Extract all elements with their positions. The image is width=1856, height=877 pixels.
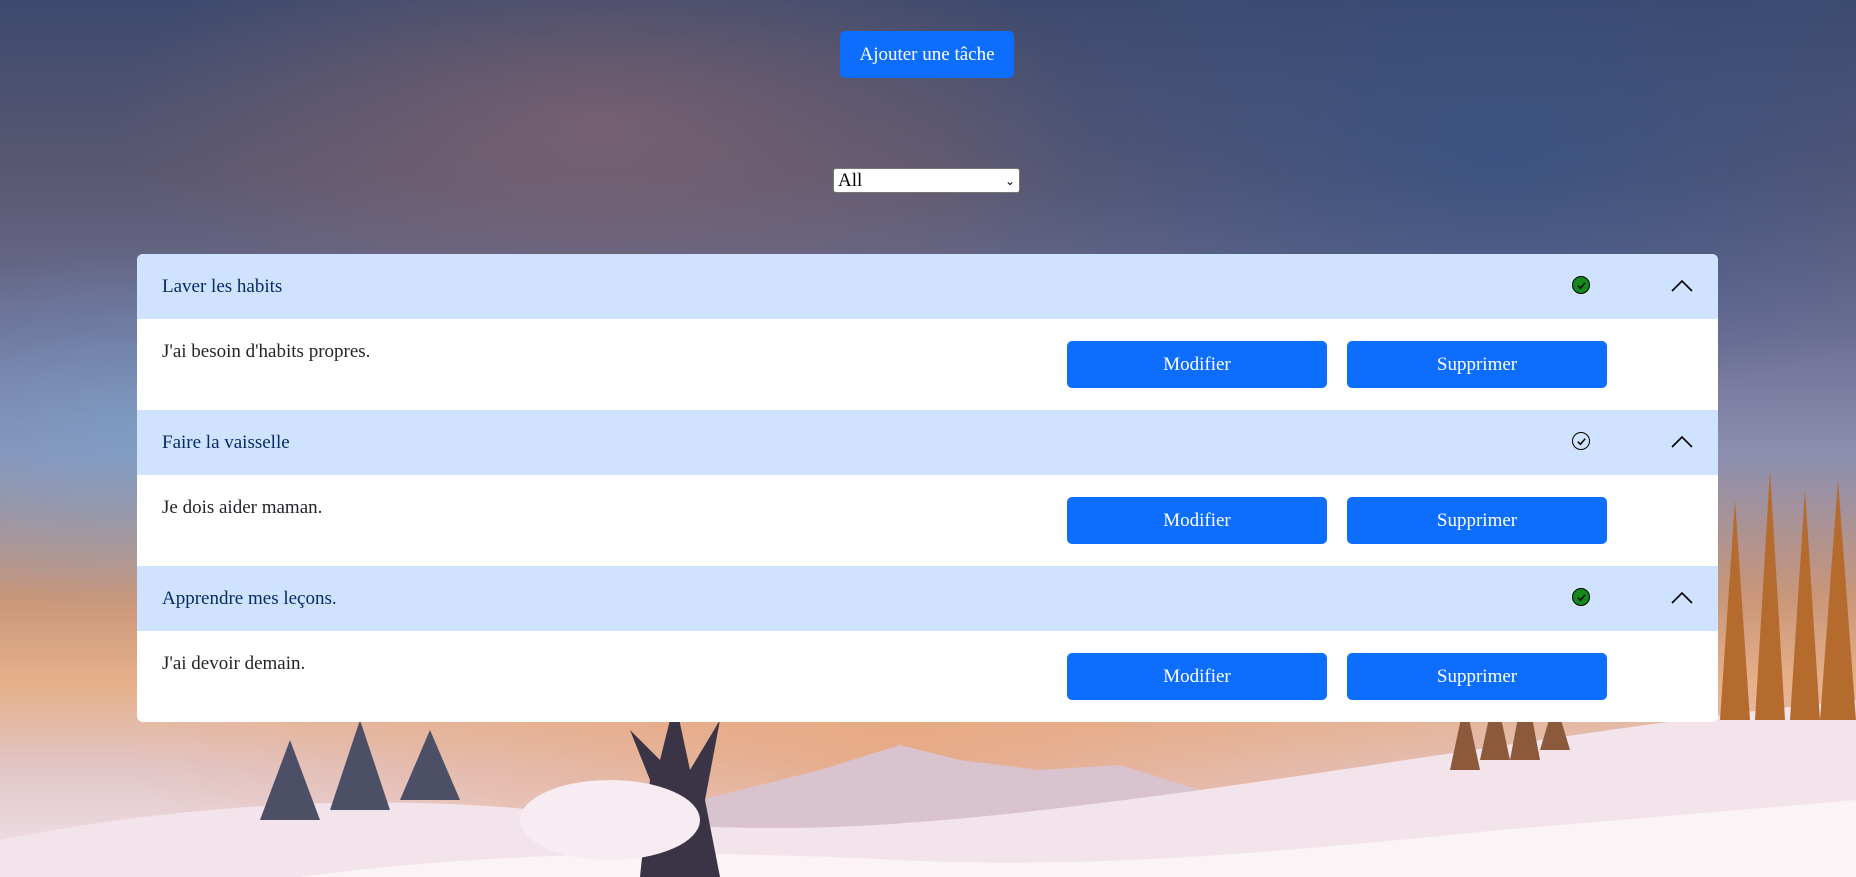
- add-task-button[interactable]: Ajouter une tâche: [840, 31, 1014, 78]
- chevron-up-icon[interactable]: [1669, 274, 1695, 298]
- filter-select[interactable]: All ⌄: [833, 168, 1020, 193]
- task-description: Je dois aider maman.: [162, 497, 323, 518]
- edit-button[interactable]: Modifier: [1067, 653, 1327, 700]
- task-description: J'ai besoin d'habits propres.: [162, 341, 371, 362]
- task-header[interactable]: Faire la vaisselle: [137, 410, 1718, 475]
- task-item: Apprendre mes leçons. J'ai devoir demain…: [137, 566, 1718, 722]
- task-title: Apprendre mes leçons.: [162, 587, 337, 609]
- edit-button[interactable]: Modifier: [1067, 341, 1327, 388]
- chevron-down-icon: ⌄: [1004, 173, 1015, 188]
- delete-button[interactable]: Supprimer: [1347, 341, 1607, 388]
- check-circle-icon[interactable]: [1572, 588, 1590, 606]
- task-item: Laver les habits J'ai besoin d'habits pr…: [137, 254, 1718, 410]
- delete-button[interactable]: Supprimer: [1347, 653, 1607, 700]
- chevron-up-icon[interactable]: [1669, 586, 1695, 610]
- chevron-up-icon[interactable]: [1669, 430, 1695, 454]
- task-item: Faire la vaisselle Je dois aider maman. …: [137, 410, 1718, 566]
- task-description: J'ai devoir demain.: [162, 653, 306, 674]
- task-list: Laver les habits J'ai besoin d'habits pr…: [137, 254, 1718, 722]
- delete-button[interactable]: Supprimer: [1347, 497, 1607, 544]
- filter-dropdown[interactable]: All ⌄: [833, 168, 1020, 193]
- task-body: J'ai besoin d'habits propres. Modifier S…: [137, 319, 1718, 410]
- task-header[interactable]: Apprendre mes leçons.: [137, 566, 1718, 631]
- filter-selected-value: All: [838, 169, 863, 191]
- check-circle-icon[interactable]: [1572, 432, 1590, 450]
- task-title: Faire la vaisselle: [162, 431, 290, 453]
- task-body: J'ai devoir demain. Modifier Supprimer: [137, 631, 1718, 722]
- check-circle-icon[interactable]: [1572, 276, 1590, 294]
- task-title: Laver les habits: [162, 275, 283, 297]
- edit-button[interactable]: Modifier: [1067, 497, 1327, 544]
- task-header[interactable]: Laver les habits: [137, 254, 1718, 319]
- task-body: Je dois aider maman. Modifier Supprimer: [137, 475, 1718, 566]
